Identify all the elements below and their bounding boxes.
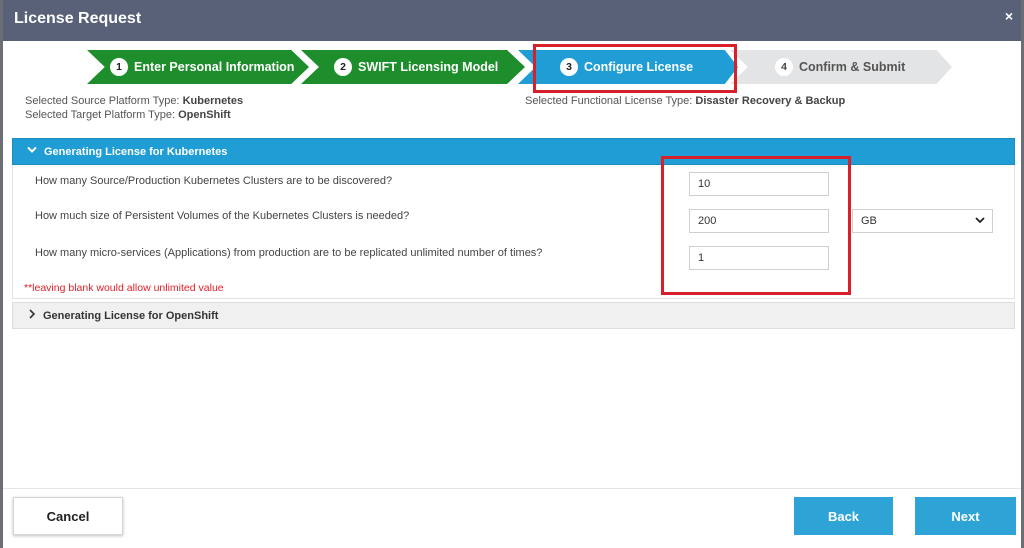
target-platform-label: Selected Target Platform Type:: [25, 109, 176, 121]
target-platform-value: OpenShift: [178, 109, 231, 121]
dialog-title: License Request: [14, 10, 142, 27]
chevron-down-icon: [975, 215, 985, 227]
panel-title-kubernetes: Generating License for Kubernetes: [44, 145, 228, 158]
back-button[interactable]: Back: [794, 497, 893, 535]
step-enter-personal-information[interactable]: 1 Enter Personal Information: [87, 50, 309, 84]
chevron-right-icon: [28, 309, 36, 322]
target-platform-info: Selected Target Platform Type: OpenShift: [25, 109, 231, 121]
panel-title-openshift: Generating License for OpenShift: [43, 309, 219, 322]
source-platform-label: Selected Source Platform Type:: [25, 95, 180, 107]
step-label: Enter Personal Information: [134, 60, 295, 74]
functional-license-label: Selected Functional License Type:: [525, 95, 693, 107]
question-microservices-label: How many micro-services (Applications) f…: [35, 247, 543, 259]
panel-header-kubernetes[interactable]: Generating License for Kubernetes: [12, 138, 1015, 165]
dialog-title-bar: License Request ×: [3, 0, 1021, 41]
step-number: 2: [334, 58, 352, 76]
source-platform-info: Selected Source Platform Type: Kubernete…: [25, 95, 243, 107]
footer-divider: [3, 488, 1021, 489]
unlimited-value-note: **leaving blank would allow unlimited va…: [24, 282, 224, 294]
source-platform-value: Kubernetes: [182, 95, 244, 107]
functional-license-info: Selected Functional License Type: Disast…: [525, 95, 845, 107]
panel-header-openshift[interactable]: Generating License for OpenShift: [12, 302, 1015, 329]
next-button[interactable]: Next: [915, 497, 1016, 535]
chevron-down-icon: [27, 146, 37, 157]
license-request-dialog: License Request × 1 Enter Personal Infor…: [3, 0, 1021, 548]
step-label: Confirm & Submit: [799, 60, 906, 74]
close-icon[interactable]: ×: [1005, 8, 1013, 24]
question-volumes-label: How much size of Persistent Volumes of t…: [35, 210, 410, 222]
volume-unit-select[interactable]: GB: [852, 209, 993, 233]
cancel-button[interactable]: Cancel: [13, 497, 123, 535]
highlight-box-step: [533, 44, 737, 93]
step-number: 1: [110, 58, 128, 76]
step-label: SWIFT Licensing Model: [358, 60, 499, 74]
step-confirm-submit[interactable]: 4 Confirm & Submit: [730, 50, 952, 84]
step-number: 4: [775, 58, 793, 76]
wizard-stepper: 1 Enter Personal Information 2 SWIFT Lic…: [3, 50, 1021, 84]
step-swift-licensing-model[interactable]: 2 SWIFT Licensing Model: [301, 50, 525, 84]
functional-license-value: Disaster Recovery & Backup: [695, 95, 846, 107]
volume-unit-value: GB: [861, 215, 877, 227]
question-clusters-label: How many Source/Production Kubernetes Cl…: [35, 175, 393, 187]
highlight-box-fields: [661, 156, 851, 295]
